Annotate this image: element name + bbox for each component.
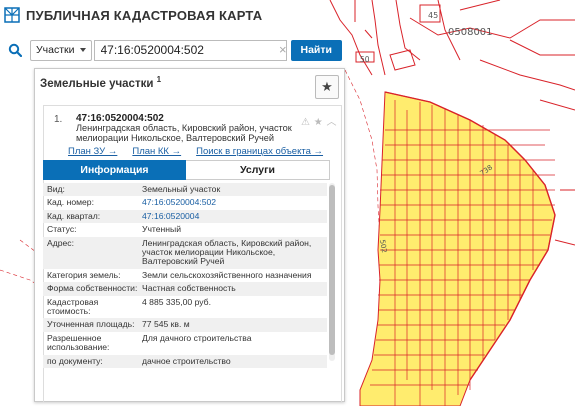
property-key: Кадастровая стоимость: [47,296,99,317]
property-row: Адрес: Ленинградская область, Кировский … [43,236,327,269]
property-row: Категория земель: Земли сельскохозяйстве… [43,269,327,282]
result-index: 1. [54,114,63,125]
property-value: Земельный участок [142,184,221,194]
scrollbar-thumb[interactable] [329,185,335,355]
chevron-up-icon[interactable]: ︿ [327,117,338,128]
property-key: Уточненная площадь: [47,319,135,330]
link-search-bounds[interactable]: Поиск в границах объекта → [196,146,323,157]
property-row: Вид: Земельный участок [43,183,327,197]
property-key: Форма собственности: [47,283,138,294]
property-value-link[interactable]: 47:16:0520004:502 [142,197,327,207]
search-type-label: Участки [36,44,75,56]
app-header: ПУБЛИЧНАЯ КАДАСТРОВАЯ КАРТА [0,0,262,30]
map-quarter-label: 0508001 [448,27,493,38]
chevron-down-icon [79,48,86,52]
star-icon: ★ [321,79,333,94]
panel-heading-label: Земельные участки [40,77,154,90]
map-lot-label: 50 [360,55,370,64]
favorite-button[interactable]: ★ [315,75,339,99]
property-row: Уточненная площадь: 77 545 кв. м [43,318,327,332]
warning-icon[interactable]: ⚠ [301,117,310,128]
star-icon[interactable]: ★ [314,117,323,128]
property-row: Кад. номер: 47:16:0520004:502 [43,196,327,209]
property-value: Земли сельскохозяйственного назначения [142,269,312,280]
property-key: Вид: [47,184,65,194]
property-value: Для дачного строительства [142,332,252,343]
property-value: Ленинградская область, Кировский район, … [142,237,312,267]
property-key: Кад. квартал: [47,210,101,221]
property-value: 77 545 кв. м [142,319,190,330]
property-row: Статус: Учтенный [43,223,327,236]
property-row: Кад. квартал: 47:16:0520004 [43,209,327,224]
search-bar: Участки × Найти [0,37,350,63]
search-icon [8,43,22,57]
property-key: Категория земель: [47,269,121,280]
property-row: Разрешенное использование: Для дачного с… [43,332,327,355]
app-title: ПУБЛИЧНАЯ КАДАСТРОВАЯ КАРТА [26,7,263,23]
property-key: Разрешенное использование: [47,332,110,353]
property-value: Частная собственность [142,283,236,294]
property-key: Статус: [47,224,77,235]
search-toggle-button[interactable] [0,37,30,63]
tab-services[interactable]: Услуги [186,160,330,180]
search-input[interactable] [93,39,287,61]
property-row: Кадастровая стоимость: 4 885 335,00 руб. [43,296,327,319]
find-button[interactable]: Найти [290,39,342,61]
link-plan-kk[interactable]: План КК → [132,146,181,157]
property-row: по документу: дачное строительство [43,354,327,369]
cadastral-logo-icon [4,7,20,23]
property-value: дачное строительство [142,355,231,366]
result-count: 1 [156,75,162,84]
result-address: Ленинградская область, Кировский район, … [76,123,292,143]
property-key: Кад. номер: [47,197,94,208]
results-panel: Земельные участки 1 ★ 1. 47:16:0520004:5… [34,68,345,402]
clear-search-icon[interactable]: × [279,42,287,57]
property-value-link[interactable]: 47:16:0520004 [142,211,327,221]
result-actions: ⚠ ★ ︿ [301,113,337,128]
link-plan-zu[interactable]: План ЗУ → [68,146,117,157]
property-row: Форма собственности: Частная собственнос… [43,282,327,296]
panel-heading: Земельные участки 1 [40,75,161,90]
property-value: 4 885 335,00 руб. [142,296,211,307]
property-key: по документу: [47,355,103,366]
property-key: Адрес: [47,237,74,248]
search-type-select[interactable]: Участки [30,39,92,61]
info-tabs: Информация Услуги [43,160,330,180]
properties-table: Вид: Земельный участок Кад. номер: 47:16… [43,183,327,369]
properties-scrollbar[interactable] [329,183,335,361]
result-links: План ЗУ → План КК → Поиск в границах объ… [68,146,323,157]
map-lot-label: 45 [428,11,438,20]
property-value: Учтенный [142,224,182,235]
tab-information[interactable]: Информация [43,160,186,180]
